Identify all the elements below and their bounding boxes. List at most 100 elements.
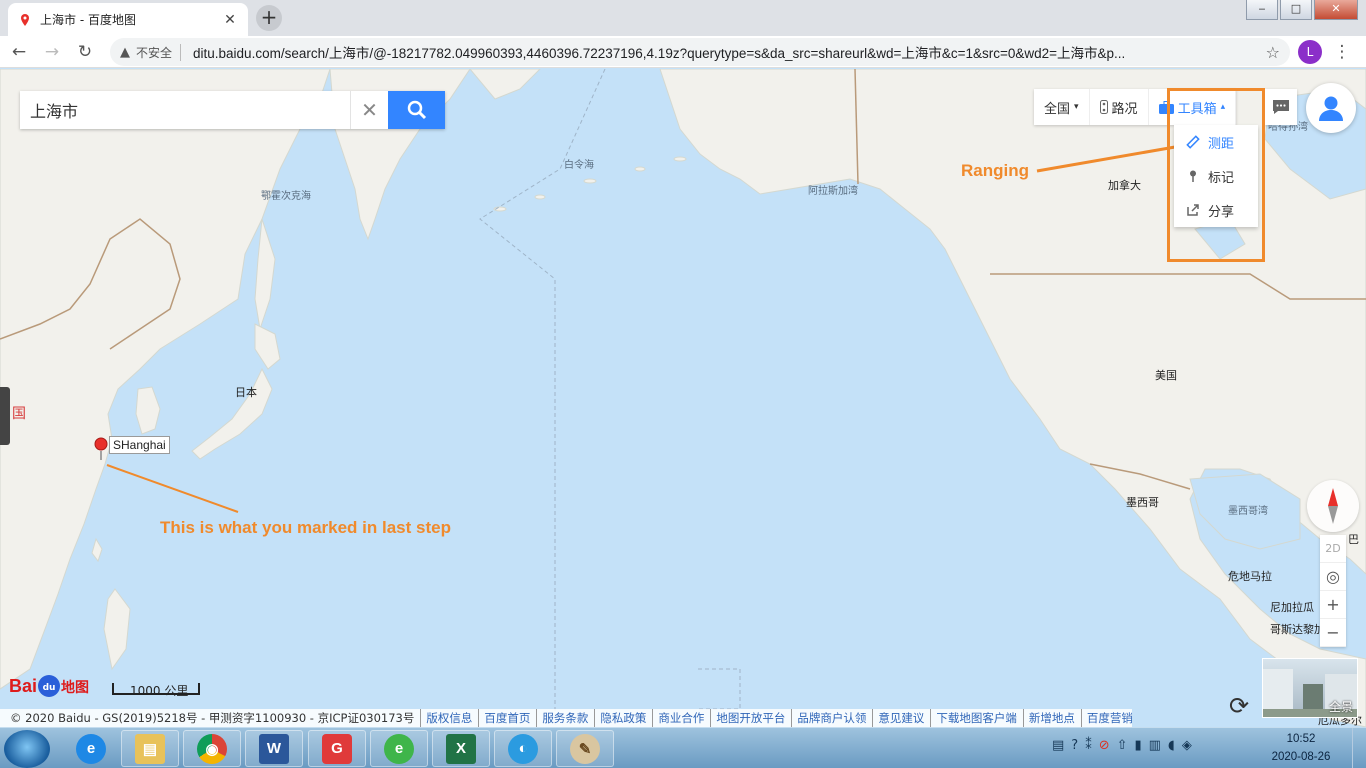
compass-control[interactable] <box>1307 480 1359 532</box>
start-button[interactable] <box>4 730 50 768</box>
upload-icon[interactable]: ⇧ <box>1117 738 1128 753</box>
taskbar-clock[interactable]: 10:52 2020-08-26 <box>1270 730 1332 766</box>
tab-title: 上海市 - 百度地图 <box>40 13 136 27</box>
keyboard-icon[interactable]: ▤ <box>1052 738 1064 753</box>
search-box: ✕ <box>20 91 445 129</box>
taskbar-app-g[interactable]: G <box>308 730 366 767</box>
chrome-icon: ◉ <box>197 733 227 764</box>
clock-date: 2020-08-26 <box>1271 751 1331 763</box>
footer-link[interactable]: 服务条款 <box>536 709 588 727</box>
2d-toggle-button[interactable]: 2D <box>1320 535 1346 563</box>
scale-label: 1000 公里 <box>130 684 189 698</box>
footer-link[interactable]: 下载地图客户端 <box>930 709 1017 727</box>
forward-button[interactable]: → <box>38 38 66 66</box>
search-icon <box>407 100 426 120</box>
browser-menu-icon[interactable]: ⋮ <box>1332 40 1352 64</box>
minimize-button[interactable]: ‒ <box>1246 0 1278 20</box>
panorama-thumbnail[interactable]: 全景 <box>1262 658 1358 718</box>
taskbar-app-e[interactable]: e <box>370 730 428 767</box>
map-label-costa-rica: 哥斯达黎加 <box>1270 623 1325 636</box>
close-window-button[interactable]: ✕ <box>1314 0 1358 20</box>
bookmark-star-icon[interactable]: ☆ <box>1266 43 1280 62</box>
search-input[interactable] <box>20 91 350 129</box>
shield-icon[interactable]: ◈ <box>1182 738 1192 753</box>
windows-taskbar: e ▤ ◉ W G e X ◐ ✎ ▤ ? ⁑ ⊘ ⇧ ▮ ▥ ◖ ◈ 10:5… <box>0 727 1366 768</box>
warning-icon[interactable]: ▲ <box>120 45 130 60</box>
clear-search-icon[interactable]: ✕ <box>350 91 388 129</box>
map-label-gulf-alaska: 阿拉斯加湾 <box>808 186 858 197</box>
footer-link[interactable]: 商业合作 <box>652 709 704 727</box>
user-avatar[interactable] <box>1306 83 1356 133</box>
tray-expand-icon[interactable]: ⁑ <box>1085 738 1092 753</box>
map-label-usa: 美国 <box>1155 369 1177 382</box>
tab-close-icon[interactable]: ✕ <box>222 12 238 28</box>
taskbar-chrome[interactable]: ◉ <box>183 730 241 767</box>
traffic-label: 路况 <box>1111 101 1138 117</box>
network-icon[interactable]: ▥ <box>1149 738 1161 753</box>
map-label-guatemala: 危地马拉 <box>1228 570 1272 583</box>
new-tab-button[interactable]: + <box>256 5 282 31</box>
footer-link[interactable]: 新增地点 <box>1022 709 1075 727</box>
footer-link[interactable]: 百度首页 <box>478 709 530 727</box>
reload-button[interactable]: ↻ <box>71 38 99 66</box>
compass-icon <box>1328 488 1338 524</box>
refresh-icon[interactable]: ⟳ <box>1224 691 1254 721</box>
map-label-cuba-edge: 巴 <box>1348 533 1359 546</box>
maximize-button[interactable]: □ <box>1280 0 1312 20</box>
volume-icon[interactable]: ◖ <box>1168 738 1175 753</box>
battery-icon[interactable]: ▮ <box>1135 738 1142 753</box>
taskbar-browser[interactable]: ◐ <box>494 730 552 767</box>
region-selector[interactable]: 全国 ▾ <box>1034 89 1090 125</box>
message-icon <box>1273 100 1289 114</box>
map-label-china-edge: 国 <box>12 406 26 422</box>
map-canvas[interactable]: 白令海 鄂霍次克海 阿拉斯加湾 加拿大 美国 日本 墨西哥 墨西哥湾 危地马拉 … <box>0 69 1366 727</box>
traffic-button[interactable]: 路况 <box>1090 89 1149 125</box>
browser-tab[interactable]: 上海市 - 百度地图 ✕ <box>8 3 248 36</box>
taskbar-word[interactable]: W <box>245 730 303 767</box>
zoom-in-button[interactable]: + <box>1320 591 1346 619</box>
taskbar-ie[interactable]: e <box>62 730 120 767</box>
annotation-highlight-box <box>1167 88 1265 262</box>
marker-label[interactable]: SHanghai <box>109 436 170 454</box>
chevron-down-icon: ▾ <box>1074 102 1079 112</box>
logo-bai: Bai <box>9 676 38 696</box>
clock-time: 10:52 <box>1286 733 1316 745</box>
blue-browser-icon: ◐ <box>508 733 538 764</box>
message-button[interactable] <box>1265 89 1297 125</box>
back-button[interactable]: ← <box>5 38 33 66</box>
url-text[interactable]: ditu.baidu.com/search/上海市/@-18217782.049… <box>187 42 1260 62</box>
address-bar[interactable]: ▲ 不安全 ditu.baidu.com/search/上海市/@-182177… <box>110 38 1290 66</box>
excel-icon: X <box>446 733 476 764</box>
footer-link[interactable]: 版权信息 <box>420 709 472 727</box>
browser-toolbar: ← → ↻ ▲ 不安全 ditu.baidu.com/search/上海市/@-… <box>0 36 1366 68</box>
browser-titlebar: 上海市 - 百度地图 ✕ + ‒ □ ✕ <box>0 0 1366 36</box>
footer-link[interactable]: 百度营销 <box>1080 709 1132 727</box>
footer-link[interactable]: 地图开放平台 <box>710 709 785 727</box>
footer-link[interactable]: 品牌商户认领 <box>791 709 866 727</box>
word-icon: W <box>259 733 289 764</box>
footer-link[interactable]: 隐私政策 <box>594 709 646 727</box>
baidu-map-logo[interactable]: Bai du 地图 <box>9 675 89 697</box>
map-pin-favicon-icon <box>21 13 29 26</box>
side-panel-handle[interactable] <box>0 387 10 445</box>
show-desktop-button[interactable] <box>1352 728 1366 768</box>
window-controls: ‒ □ ✕ <box>1246 0 1358 20</box>
zoom-out-button[interactable]: − <box>1320 619 1346 647</box>
taskbar-explorer[interactable]: ▤ <box>121 730 179 767</box>
map-label-bering-sea: 白令海 <box>564 160 594 171</box>
footer-link[interactable]: 意见建议 <box>872 709 924 727</box>
folder-icon: ▤ <box>135 733 165 764</box>
map-base-layer <box>0 69 1366 727</box>
panorama-label: 全景 <box>1328 700 1353 714</box>
security-app-icon[interactable]: ⊘ <box>1099 738 1110 753</box>
profile-avatar[interactable]: L <box>1298 40 1322 64</box>
locate-button[interactable]: ◎ <box>1320 563 1346 591</box>
help-icon[interactable]: ? <box>1071 738 1078 753</box>
search-button[interactable] <box>388 91 445 129</box>
security-status[interactable]: 不安全 <box>136 43 182 61</box>
map-label-canada: 加拿大 <box>1108 179 1141 192</box>
e-app-icon: e <box>384 733 414 764</box>
map-label-gulf-mexico: 墨西哥湾 <box>1228 506 1268 517</box>
taskbar-excel[interactable]: X <box>432 730 490 767</box>
taskbar-paint[interactable]: ✎ <box>556 730 614 767</box>
